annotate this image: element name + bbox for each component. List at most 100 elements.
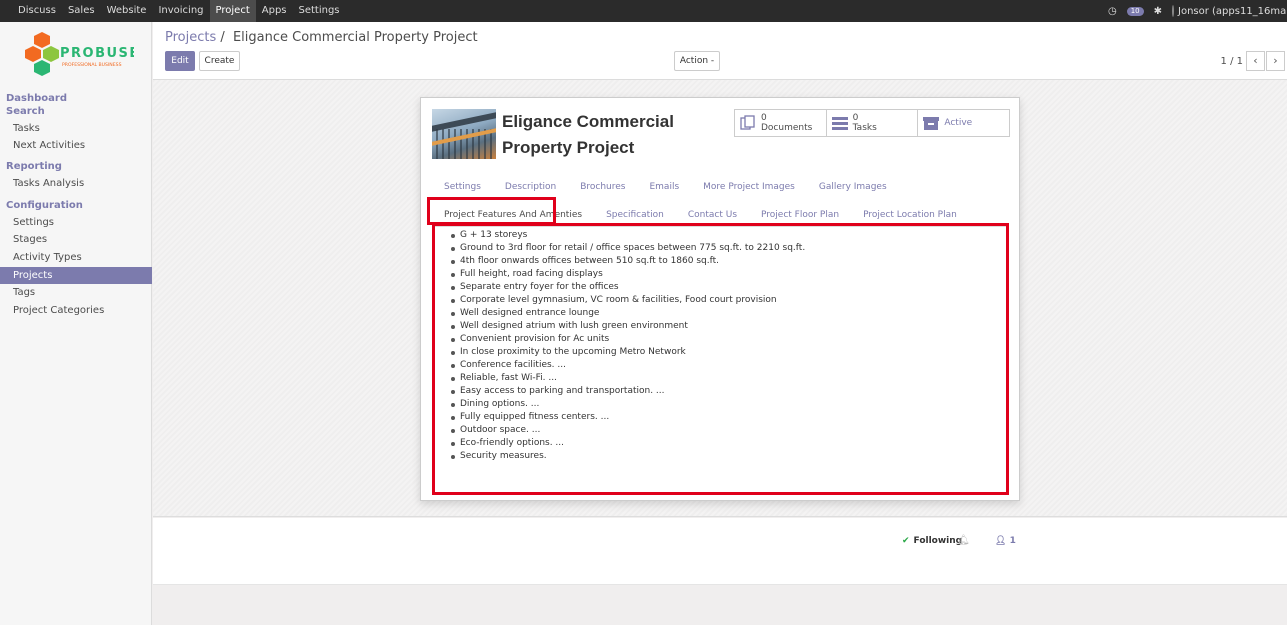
documents-label: Documents [761,123,813,133]
feature-item: Fully equipped fitness centers. ... [451,411,805,424]
sidebar-section-reporting[interactable]: Reporting [6,161,62,172]
form-view: Eligance Commercial Property Project 0 Do… [153,80,1287,625]
documents-icon [739,115,757,131]
check-icon: ✔ [902,536,910,546]
action-dropdown[interactable]: Action - [674,51,720,71]
user-menu[interactable]: Jonsor (apps11_16mar [1172,5,1287,17]
create-button[interactable]: Create [199,51,240,71]
sidebar-item-stages[interactable]: Stages [0,231,152,248]
breadcrumb: Projects / Eligance Commercial Property … [165,30,478,45]
app-menu: Discuss Sales Website Invoicing Project Apps S… [0,0,346,22]
bell-icon[interactable]: 🔔︎ [957,535,970,546]
sidebar-section-configuration[interactable]: Configuration [6,200,83,211]
sidebar-item-tasks[interactable]: Tasks [0,120,152,137]
tab-more-project-images[interactable]: More Project Images [691,180,807,194]
pager-next-button[interactable]: › [1266,51,1285,71]
sidebar-item-projects[interactable]: Projects [0,267,152,284]
tasks-button[interactable]: 0 Tasks [827,110,919,136]
feature-item: Easy access to parking and transportatio… [451,385,805,398]
feature-item: Ground to 3rd floor for retail / office … [451,242,805,255]
feature-item: Eco-friendly options. ... [451,437,805,450]
followers-count: 1 [1009,536,1016,546]
sidebar-section-dashboard[interactable]: Dashboard [6,93,67,104]
tab-description[interactable]: Description [493,180,568,194]
systray: ◷ 10 ✱ Jonsor (apps11_16mar [1108,0,1287,22]
breadcrumb-projects-link[interactable]: Projects [165,30,216,45]
avatar [1172,5,1174,17]
tab-project-floor-plan[interactable]: Project Floor Plan [749,208,851,222]
active-toggle-button[interactable]: Active [918,110,1009,136]
feature-item: Full height, road facing displays [451,268,805,281]
project-image[interactable] [432,109,496,159]
documents-button[interactable]: 0 Documents [735,110,827,136]
following-label: Following [913,536,963,546]
sheet-background: Eligance Commercial Property Project 0 Do… [153,80,1287,517]
probuse-logo: PROBUSE PROFESSIONAL BUSINESS [25,32,134,76]
sidebar-item-next-activities[interactable]: Next Activities [0,137,152,154]
topmenu-item-discuss[interactable]: Discuss [12,0,62,22]
edit-button[interactable]: Edit [165,51,195,71]
logo-tagline: PROFESSIONAL BUSINESS [62,62,122,68]
topmenu-item-sales[interactable]: Sales [62,0,101,22]
feature-item: Convenient provision for Ac units [451,333,805,346]
following-button[interactable]: ✔ Following [902,536,962,546]
tasks-count: 0 [852,113,859,123]
active-label: Active [944,118,973,128]
topmenu-item-project[interactable]: Project [209,0,256,22]
bug-icon[interactable]: ✱ [1154,6,1162,17]
sidebar: PROBUSE PROFESSIONAL BUSINESS Dashboard … [0,22,152,625]
project-title-line1: Eligance Commercial [502,112,674,131]
feature-item: Well designed entrance lounge [451,307,805,320]
pager-previous-button[interactable]: ‹ [1246,51,1265,71]
sidebar-item-settings[interactable]: Settings [0,214,152,231]
followers-button[interactable]: 👤︎ 1 [995,536,1016,546]
tasks-label: Tasks [852,123,877,133]
tab-emails[interactable]: Emails [637,180,691,194]
feature-item: In close proximity to the upcoming Metro… [451,346,805,359]
user-name: Jonsor (apps11_16mar [1178,5,1287,17]
feature-item: G + 13 storeys [451,229,805,242]
feature-item: Reliable, fast Wi-Fi. ... [451,372,805,385]
topmenu-item-apps[interactable]: Apps [256,0,293,22]
logo-brand: PROBUSE [60,46,134,61]
project-title: Eligance Commercial Property Project [502,109,722,161]
tab-project-location-plan[interactable]: Project Location Plan [851,208,969,222]
documents-count: 0 [761,113,767,123]
clock-icon[interactable]: ◷ [1108,6,1117,17]
archive-icon [922,115,940,131]
feature-item: Security measures. [451,450,805,463]
sidebar-section-search[interactable]: Search [6,106,45,117]
tab-contact-us[interactable]: Contact Us [676,208,749,222]
sidebar-item-project-categories[interactable]: Project Categories [0,302,152,319]
features-list: G + 13 storeys Ground to 3rd floor for re… [451,229,805,463]
breadcrumb-separator: / [220,30,225,45]
tab-gallery-images[interactable]: Gallery Images [807,180,899,194]
tab-brochures[interactable]: Brochures [568,180,637,194]
sidebar-item-activity-types[interactable]: Activity Types [0,249,152,266]
sidebar-item-tasks-analysis[interactable]: Tasks Analysis [0,175,152,192]
feature-item: Corporate level gymnasium, VC room & fac… [451,294,805,307]
form-sheet: Eligance Commercial Property Project 0 Do… [420,97,1020,501]
highlight-active-tab [427,197,556,225]
topmenu-item-invoicing[interactable]: Invoicing [152,0,209,22]
feature-item: Separate entry foyer for the offices [451,281,805,294]
chatter: ✔ Following 🔔︎ 👤︎ 1 [153,518,1287,585]
feature-item: Outdoor space. ... [451,424,805,437]
tab-settings[interactable]: Settings [432,180,493,194]
feature-item: Conference facilities. ... [451,359,805,372]
topmenu-item-settings[interactable]: Settings [293,0,346,22]
sidebar-item-tags[interactable]: Tags [0,284,152,301]
notebook-tabs-row1: Settings Description Brochures Emails More P… [432,180,899,194]
messages-badge[interactable]: 10 [1126,6,1144,16]
pager-value: 1 / 1 [1220,56,1243,67]
top-navbar: Discuss Sales Website Invoicing Project Apps S… [0,0,1287,22]
project-title-line2: Property Project [502,138,635,157]
user-icon: 👤︎ [995,536,1007,546]
control-panel: Projects / Eligance Commercial Property … [153,22,1287,80]
smart-buttons: 0 Documents 0 Tasks Active [734,109,1010,137]
tab-specification[interactable]: Specification [594,208,676,222]
feature-item: Dining options. ... [451,398,805,411]
breadcrumb-current: Eligance Commercial Property Project [232,30,478,45]
tasks-icon [831,115,849,131]
topmenu-item-website[interactable]: Website [101,0,153,22]
